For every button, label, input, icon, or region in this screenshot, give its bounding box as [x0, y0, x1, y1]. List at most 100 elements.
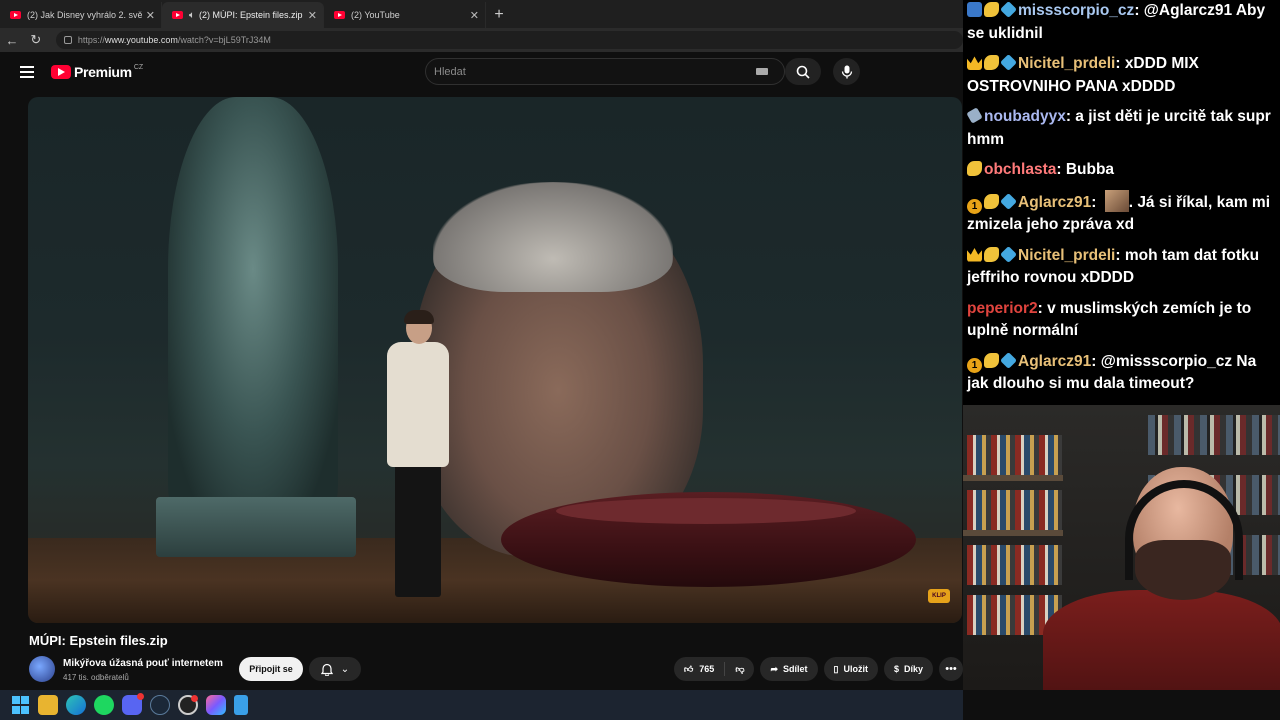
- chat-username[interactable]: noubadyyx: [984, 108, 1066, 125]
- screen: (2) Jak Disney vyhrálo 2. světovou ✕ 🔈︎ …: [0, 0, 1280, 720]
- bits-badge-icon: [984, 193, 999, 209]
- thumbs-up-icon: 👍︎: [683, 663, 694, 674]
- menu-icon[interactable]: [20, 63, 34, 81]
- save-button[interactable]: ▯ Uložit: [823, 657, 878, 681]
- youtube-favicon-icon: [10, 11, 21, 19]
- one-badge-icon: 1: [967, 357, 982, 373]
- dislike-button[interactable]: 👎︎: [725, 664, 754, 675]
- windows-start-icon[interactable]: [10, 695, 30, 715]
- join-button[interactable]: Připojit se: [239, 657, 303, 681]
- search-icon: [796, 65, 810, 79]
- tab-youtube[interactable]: (2) YouTube ✕: [324, 2, 486, 28]
- discord-icon[interactable]: [122, 693, 144, 715]
- logo-text: Premium: [74, 64, 132, 80]
- chat-message: Nicitel_prdeli: moh tam dat fotku jeffri…: [967, 245, 1276, 290]
- chevron-down-icon: ⌄: [340, 663, 350, 675]
- cube-badge-icon: [1000, 1, 1017, 18]
- copilot-icon[interactable]: [206, 695, 226, 715]
- video-actions: 👍︎ 765 👎︎ ➦ Sdílet ▯ Uložit $ Díky •••: [673, 657, 963, 681]
- close-tab-icon[interactable]: ✕: [470, 9, 479, 22]
- sat-badge-icon: [966, 107, 983, 124]
- bookshelf-left: [967, 435, 1062, 475]
- chat-colon: :: [1091, 193, 1101, 211]
- chat-username[interactable]: Nicitel_prdeli: [1018, 55, 1115, 72]
- file-explorer-icon[interactable]: [38, 695, 58, 715]
- chat-colon: :: [1056, 161, 1066, 178]
- new-tab-button[interactable]: +: [486, 2, 512, 28]
- chat-colon: :: [1115, 55, 1125, 72]
- youtube-play-icon: [51, 65, 71, 79]
- tab-bar: (2) Jak Disney vyhrálo 2. světovou ✕ 🔈︎ …: [0, 0, 963, 28]
- cube-badge-icon: [1000, 351, 1017, 369]
- tab-epstein[interactable]: 🔈︎ (2) MÚPI: Epstein files.zip - Yo ✕: [162, 2, 324, 28]
- youtube-favicon-icon: [334, 11, 345, 19]
- one-badge-icon: 1: [967, 198, 982, 214]
- video-title: MÚPI: Epstein files.zip: [29, 633, 168, 648]
- obs-icon[interactable]: [178, 695, 198, 715]
- arrow-badge-icon: [967, 2, 982, 17]
- cube-badge-icon: [1000, 192, 1017, 210]
- tab-title: (2) MÚPI: Epstein files.zip - Yo: [199, 10, 304, 20]
- chat-username[interactable]: Aglarcz91: [1018, 194, 1091, 211]
- chat-text: Bubba: [1065, 161, 1115, 178]
- discord-notification-badge: [137, 693, 144, 700]
- site-info-icon[interactable]: [63, 36, 72, 44]
- steam-icon[interactable]: [150, 695, 170, 715]
- youtube-header: Premium CZ Hledat: [0, 52, 963, 92]
- bits-badge-icon: [984, 246, 999, 262]
- thanks-label: Díky: [903, 664, 923, 674]
- subscriber-count: 417 tis. odběratelů: [63, 673, 129, 682]
- address-bar-row: ← ↻ https://www.youtube.com/watch?v=bjL5…: [0, 28, 963, 52]
- youtube-favicon-icon: [172, 11, 183, 19]
- chat-username[interactable]: missscorpio_cz: [1018, 2, 1134, 19]
- microphone-icon: [841, 65, 852, 78]
- reload-icon[interactable]: ↻: [24, 32, 48, 48]
- search-placeholder: Hledat: [434, 65, 466, 78]
- save-label: Uložit: [843, 664, 868, 674]
- edge-browser-icon[interactable]: [66, 695, 86, 715]
- bits-badge-icon: [984, 55, 999, 70]
- url-prefix: https://: [77, 35, 105, 45]
- webcam-feed: [963, 405, 1280, 690]
- thanks-button[interactable]: $ Díky: [883, 657, 933, 681]
- tab-disney[interactable]: (2) Jak Disney vyhrálo 2. světovou ✕: [0, 2, 162, 28]
- spotify-icon[interactable]: [94, 695, 114, 715]
- video-player[interactable]: KLIP: [28, 97, 962, 623]
- channel-avatar[interactable]: [29, 656, 55, 682]
- youtube-logo[interactable]: Premium CZ: [51, 64, 143, 80]
- like-button[interactable]: 👍︎ 765: [674, 662, 726, 676]
- channel-name[interactable]: Mikýřova úžasná pouť internetem: [63, 658, 223, 669]
- cube-badge-icon: [1000, 54, 1017, 71]
- close-tab-icon[interactable]: ✕: [308, 9, 317, 22]
- bookmark-icon: ▯: [833, 663, 839, 674]
- back-arrow-icon[interactable]: ←: [0, 33, 24, 48]
- close-tab-icon[interactable]: ✕: [146, 9, 155, 22]
- chat-username[interactable]: obchlasta: [984, 161, 1056, 178]
- gavel-block: [501, 492, 916, 587]
- chat-username[interactable]: Nicitel_prdeli: [1018, 247, 1115, 264]
- more-actions-button[interactable]: •••: [939, 657, 963, 681]
- notifications-button[interactable]: ⌄: [309, 657, 361, 681]
- chat-username[interactable]: Aglarcz91: [1018, 353, 1091, 370]
- voice-search-button[interactable]: [833, 58, 860, 85]
- search-button[interactable]: [785, 58, 821, 85]
- chat-username[interactable]: peperior2: [967, 300, 1038, 317]
- chat-colon: :: [1115, 246, 1125, 264]
- crown-badge-icon: [967, 56, 982, 70]
- channel-row: Mikýřova úžasná pouť internetem 417 tis.…: [29, 656, 963, 686]
- share-button[interactable]: ➦ Sdílet: [760, 657, 818, 681]
- taskbar: [0, 690, 963, 720]
- search-input[interactable]: Hledat: [425, 58, 785, 85]
- super-thanks-icon: $: [893, 664, 899, 674]
- shelf: [963, 475, 1063, 481]
- chat-colon: :: [1065, 108, 1076, 125]
- bookshelf-left: [967, 490, 1062, 530]
- url-host: www.youtube.com: [104, 35, 178, 45]
- keyboard-icon[interactable]: [756, 68, 768, 75]
- notepad-icon[interactable]: [234, 695, 248, 715]
- chat-colon: :: [1091, 352, 1101, 370]
- speaker-icon[interactable]: 🔈︎: [189, 10, 195, 21]
- url-field[interactable]: https://www.youtube.com/watch?v=bjL59TrJ…: [55, 31, 963, 49]
- crown-badge-icon: [967, 248, 982, 262]
- logo-country: CZ: [133, 63, 144, 71]
